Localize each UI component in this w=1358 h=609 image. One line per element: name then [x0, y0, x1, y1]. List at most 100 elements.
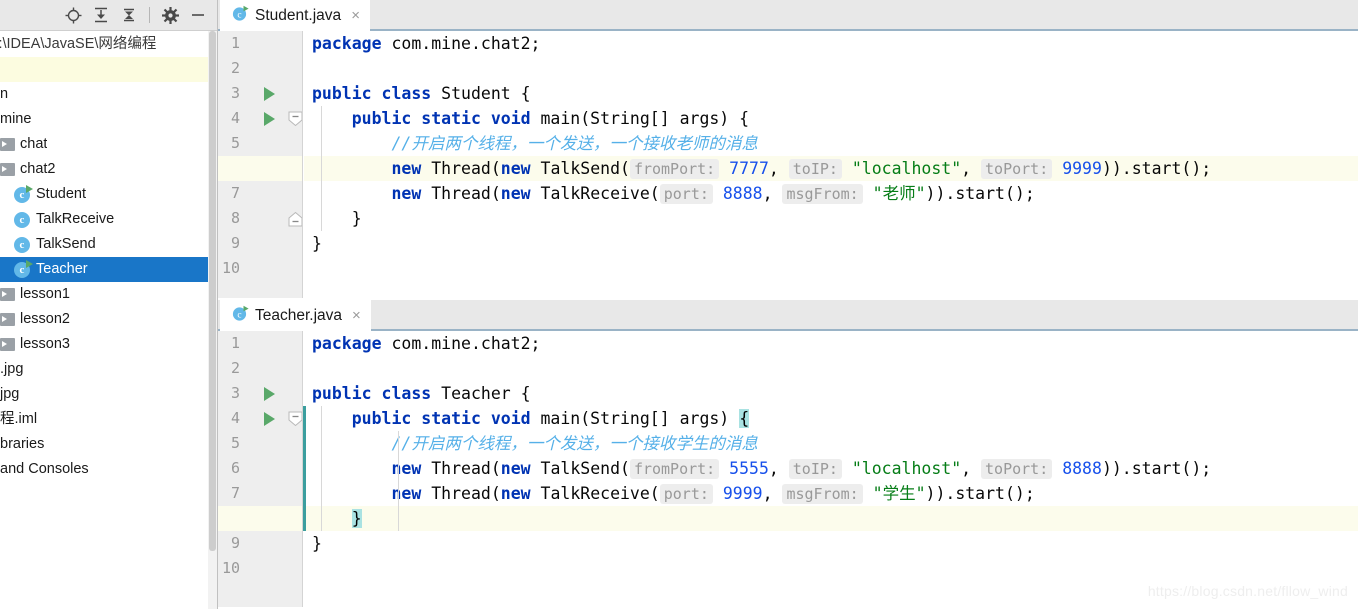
- code-line[interactable]: }: [304, 506, 1358, 531]
- line-number: 5: [230, 434, 240, 452]
- tree-item-talkreceive[interactable]: c TalkReceive: [0, 207, 217, 232]
- code-line[interactable]: //开启两个线程，一个发送，一个接收老师的消息: [304, 131, 1358, 156]
- tree-item-label: chat: [20, 136, 48, 152]
- minimize-icon[interactable]: [185, 3, 211, 27]
- tree-item-lesson3[interactable]: lesson3: [0, 332, 217, 357]
- editor-gutter[interactable]: 12345678910: [218, 31, 303, 298]
- tab-student-java[interactable]: c Student.java ×: [220, 0, 370, 31]
- code-line[interactable]: //开启两个线程，一个发送，一个接收学生的消息: [304, 431, 1358, 456]
- fold-collapsed-icon[interactable]: [288, 211, 303, 227]
- close-icon[interactable]: ×: [351, 8, 360, 23]
- code-token-plain: ,: [961, 159, 982, 178]
- code-line[interactable]: new Thread(new TalkSend(fromPort: 5555, …: [304, 456, 1358, 481]
- vcs-change-marker[interactable]: [303, 406, 306, 531]
- tree-item-label: chat2: [20, 161, 56, 177]
- tree-item-student[interactable]: c Student: [0, 182, 217, 207]
- gear-icon[interactable]: [157, 3, 183, 27]
- line-number: 9: [230, 234, 240, 252]
- tree-item-jpg[interactable]: jpg: [0, 382, 217, 407]
- caret-line-gutter-highlight: [218, 506, 302, 531]
- code-line[interactable]: [304, 356, 1358, 381]
- folder-icon: [0, 288, 15, 301]
- code-line[interactable]: }: [304, 206, 1358, 231]
- code-line[interactable]: [304, 56, 1358, 81]
- tree-item-mine[interactable]: mine: [0, 107, 217, 132]
- tree-item-teacher[interactable]: c Teacher: [0, 257, 217, 282]
- code-line[interactable]: public class Student {: [304, 81, 1358, 106]
- tree-item-row[interactable]: [0, 57, 217, 82]
- sidebar-scrollbar[interactable]: [208, 31, 217, 609]
- code-area-teacher[interactable]: 12345678910 package com.mine.chat2; publi…: [218, 331, 1358, 607]
- code-content[interactable]: package com.mine.chat2; public class Stud…: [304, 31, 1358, 298]
- indent-guide: [321, 406, 322, 531]
- run-gutter-icon[interactable]: [264, 112, 275, 126]
- line-number: 3: [230, 84, 240, 102]
- tree-item-talksend[interactable]: c TalkSend: [0, 232, 217, 257]
- code-token-hint: toIP:: [788, 459, 842, 479]
- tree-item-chat2[interactable]: chat2: [0, 157, 217, 182]
- tree-item-and-consoles[interactable]: and Consoles: [0, 457, 217, 482]
- line-number: 3: [230, 384, 240, 402]
- code-token-kw: package: [312, 334, 382, 353]
- editor-gutter[interactable]: 12345678910: [218, 331, 303, 607]
- project-tree[interactable]: n mine chat chat2 c Student c TalkReceive c TalkS…: [0, 57, 217, 482]
- code-line[interactable]: new Thread(new TalkSend(fromPort: 7777, …: [304, 156, 1358, 181]
- code-line[interactable]: }: [304, 231, 1358, 256]
- code-line[interactable]: public static void main(String[] args) {: [304, 106, 1358, 131]
- tree-item--jpg[interactable]: .jpg: [0, 357, 217, 382]
- code-token-plain: main(String[] args): [530, 409, 740, 428]
- code-area-student[interactable]: 12345678910 package com.mine.chat2;publi…: [218, 31, 1358, 298]
- tree-item-label: 程.iml: [0, 411, 38, 427]
- code-line[interactable]: [304, 256, 1358, 281]
- tree-item-label: TalkSend: [36, 236, 96, 252]
- close-icon[interactable]: ×: [352, 308, 361, 323]
- tree-item--iml[interactable]: 程.iml: [0, 407, 217, 432]
- tree-item-braries[interactable]: braries: [0, 432, 217, 457]
- collapse-all-icon[interactable]: [116, 3, 142, 27]
- code-token-plain: TalkSend(: [530, 159, 630, 178]
- code-line[interactable]: new Thread(new TalkReceive(port: 9999, m…: [304, 481, 1358, 506]
- line-number: 4: [230, 109, 240, 127]
- run-gutter-icon[interactable]: [264, 87, 275, 101]
- java-class-runnable-icon: c: [232, 305, 249, 327]
- code-line[interactable]: [304, 556, 1358, 581]
- code-token-kw: new: [500, 459, 531, 478]
- locate-icon[interactable]: [60, 3, 86, 27]
- code-line[interactable]: }: [304, 531, 1358, 556]
- code-line[interactable]: public class Teacher {: [304, 381, 1358, 406]
- editor-panel-teacher: c Teacher.java × 12345678910 package com…: [218, 300, 1358, 609]
- tree-item-n[interactable]: n: [0, 82, 217, 107]
- code-content[interactable]: package com.mine.chat2; public class Teac…: [304, 331, 1358, 607]
- expand-all-icon[interactable]: [88, 3, 114, 27]
- tree-item-chat[interactable]: chat: [0, 132, 217, 157]
- code-line[interactable]: package com.mine.chat2;: [304, 331, 1358, 356]
- code-token-cmt: //开启两个线程，一个发送，一个接收老师的消息: [312, 134, 758, 153]
- fold-expanded-icon[interactable]: [288, 411, 303, 427]
- code-token-plain: )).start();: [1101, 459, 1212, 478]
- code-line[interactable]: public static void main(String[] args) {: [304, 406, 1358, 431]
- code-token-hint: port:: [659, 484, 713, 504]
- editor-tabbar-bottom: c Teacher.java ×: [218, 300, 1358, 331]
- tree-item-label: Student: [36, 186, 86, 202]
- code-token-plain: Teacher {: [431, 384, 531, 403]
- code-token-num: 9999: [1062, 159, 1102, 178]
- code-line[interactable]: new Thread(new TalkReceive(port: 8888, m…: [304, 181, 1358, 206]
- run-gutter-icon[interactable]: [264, 412, 275, 426]
- tree-item-lesson2[interactable]: lesson2: [0, 307, 217, 332]
- tree-item-lesson1[interactable]: lesson1: [0, 282, 217, 307]
- run-gutter-icon[interactable]: [264, 387, 275, 401]
- code-token-plain: )).start();: [925, 184, 1035, 203]
- fold-expanded-icon[interactable]: [288, 111, 303, 127]
- sidebar-scrollbar-thumb[interactable]: [209, 31, 216, 551]
- code-token-plain: }: [312, 534, 322, 553]
- tab-teacher-java[interactable]: c Teacher.java ×: [220, 300, 371, 331]
- tree-item-label: .jpg: [0, 361, 24, 377]
- code-line[interactable]: package com.mine.chat2;: [304, 31, 1358, 56]
- code-token-hint: fromPort:: [629, 459, 720, 479]
